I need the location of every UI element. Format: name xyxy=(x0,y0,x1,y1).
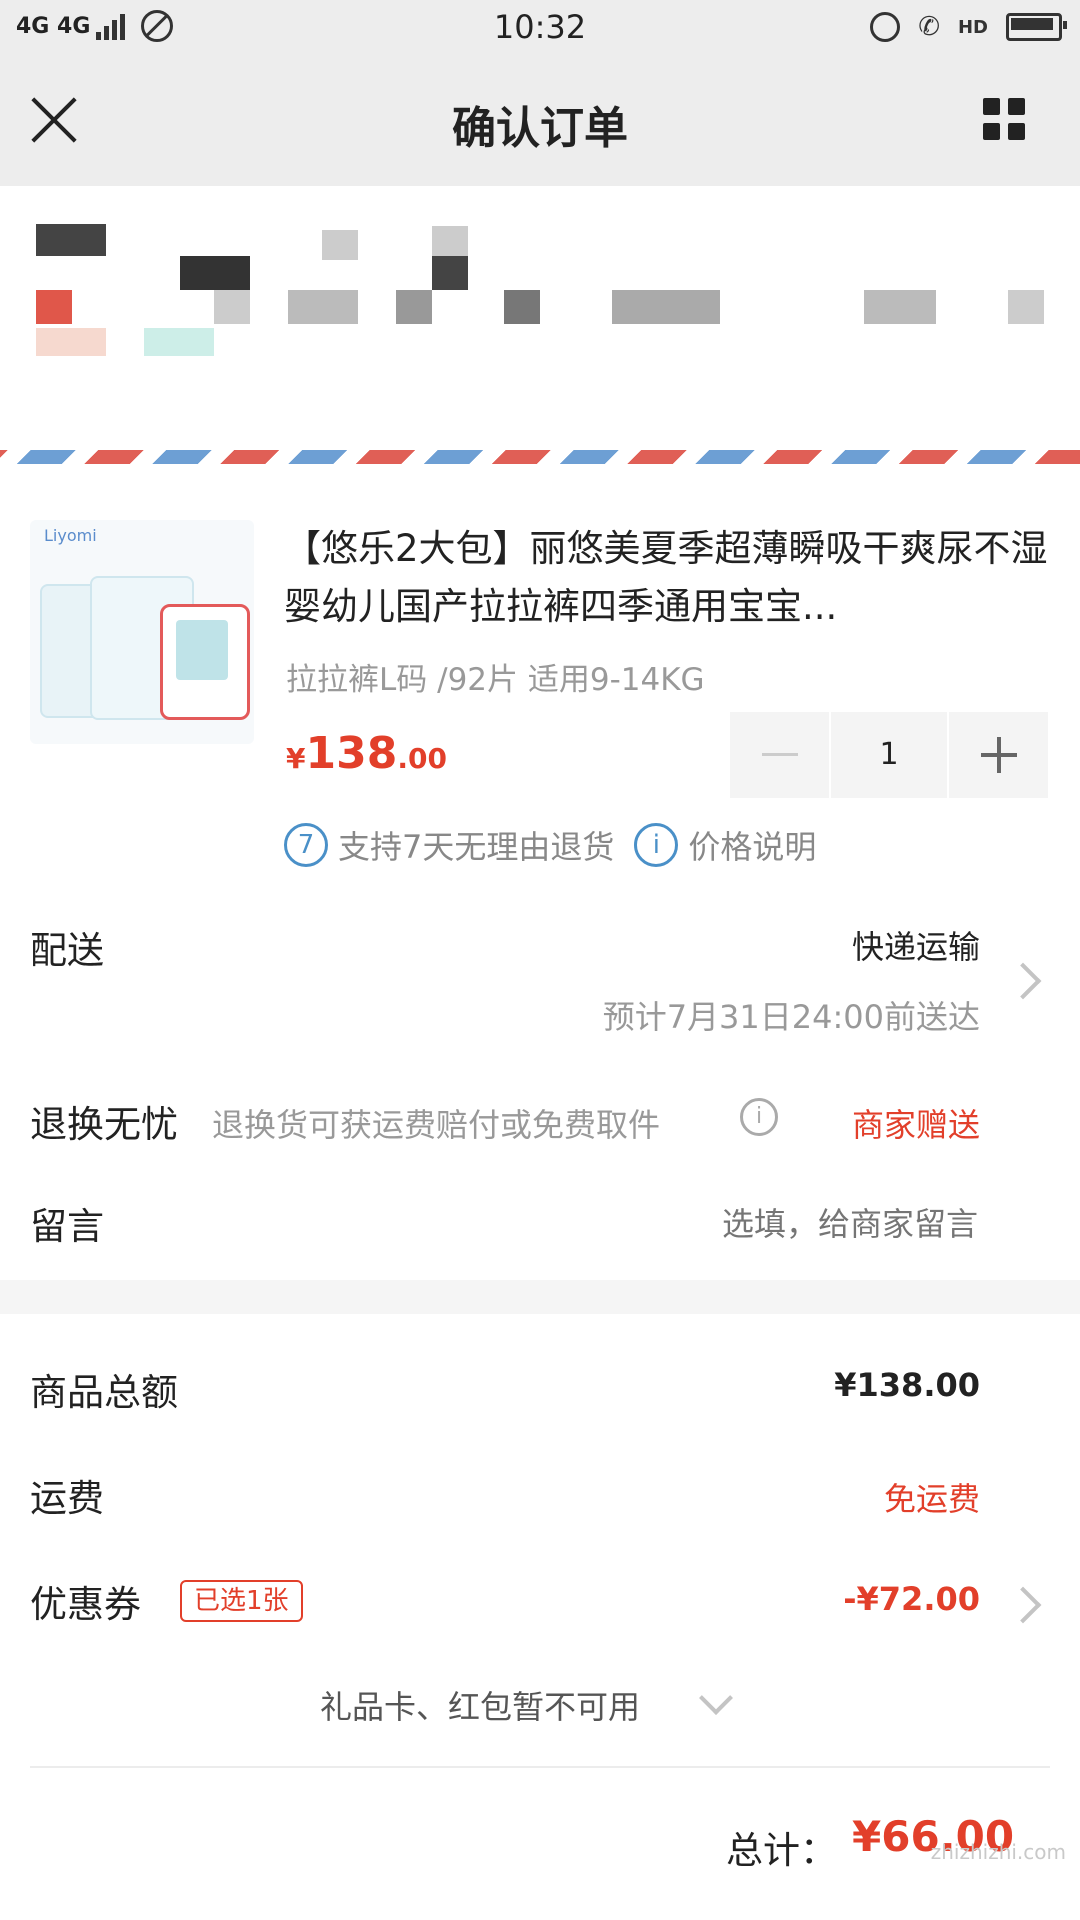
coupon-value[interactable]: -¥72.00 xyxy=(843,1580,980,1618)
returns-value: 商家赠送 xyxy=(851,1106,980,1144)
returns-description: 退换货可获运费赔付或免费取件 xyxy=(212,1106,661,1144)
delivery-eta: 预计7月31日24:00前送达 xyxy=(602,998,980,1036)
alarm-icon xyxy=(870,12,901,42)
decrease-button[interactable] xyxy=(730,712,829,798)
service-badges: 7 支持7天无理由退货 i 价格说明 xyxy=(284,822,816,868)
section-divider xyxy=(0,1280,1080,1314)
divider xyxy=(30,1766,1050,1768)
product-image[interactable]: Liyomi xyxy=(30,520,254,744)
battery-icon xyxy=(1006,13,1067,41)
info-icon[interactable]: i xyxy=(740,1098,778,1136)
product-sku: 拉拉裤L码 /92片 适用9-14KG xyxy=(286,662,705,698)
price-explanation-link[interactable]: 价格说明 xyxy=(688,822,816,868)
product-title[interactable]: 【悠乐2大包】丽悠美夏季超薄瞬吸干爽尿不湿婴幼儿国产拉拉裤四季通用宝宝... xyxy=(284,520,1054,636)
airmail-border xyxy=(0,450,1080,464)
goods-total-label: 商品总额 xyxy=(30,1371,178,1414)
status-icons: ✆ HD xyxy=(870,12,1067,42)
chevron-right-icon[interactable] xyxy=(1004,962,1042,1000)
phone-icon: ✆ xyxy=(918,12,940,42)
increase-button[interactable] xyxy=(949,712,1048,798)
return-policy-text[interactable]: 支持7天无理由退货 xyxy=(338,822,614,868)
message-input[interactable] xyxy=(456,1200,980,1248)
delivery-label: 配送 xyxy=(30,929,104,972)
total-label: 总计： xyxy=(726,1829,837,1872)
quantity-stepper[interactable]: 1 xyxy=(730,712,1048,798)
giftcard-text[interactable]: 礼品卡、红包暂不可用 xyxy=(320,1682,640,1728)
seven-day-return-icon: 7 xyxy=(284,823,328,867)
info-icon: i xyxy=(634,823,679,867)
grid-menu-icon[interactable] xyxy=(983,98,1025,140)
shipping-value: 免运费 xyxy=(883,1480,980,1518)
delivery-method[interactable]: 快递运输 xyxy=(852,922,980,968)
message-label: 留言 xyxy=(30,1205,104,1248)
brand-logo: Liyomi xyxy=(44,526,97,545)
chevron-right-icon[interactable] xyxy=(1004,1586,1042,1624)
page-title: 确认订单 xyxy=(452,103,628,154)
coupon-selected-tag: 已选1张 xyxy=(180,1580,303,1622)
shipping-label: 运费 xyxy=(30,1477,104,1520)
coupon-label: 优惠券 xyxy=(30,1583,141,1626)
product-price: ¥138.00 xyxy=(286,728,447,779)
watermark: zhizhizhi.com xyxy=(930,1840,1066,1864)
hd-label: HD xyxy=(957,16,988,38)
returns-label: 退换无忧 xyxy=(30,1103,178,1146)
goods-total-value: ¥138.00 xyxy=(834,1366,980,1404)
quantity-value[interactable]: 1 xyxy=(828,712,950,798)
address-block[interactable] xyxy=(0,186,1080,450)
chevron-down-icon[interactable] xyxy=(699,1681,733,1715)
